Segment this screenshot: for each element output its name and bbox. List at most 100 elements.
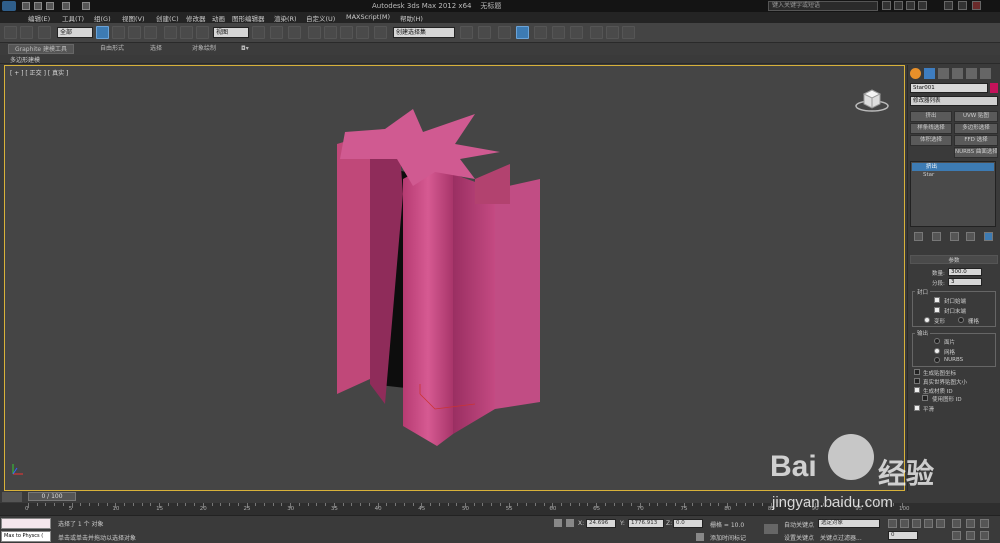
orbit-icon[interactable] bbox=[980, 531, 989, 540]
cap-end-checkbox[interactable] bbox=[934, 307, 940, 313]
display-tab-icon[interactable] bbox=[966, 68, 977, 79]
hierarchy-tab-icon[interactable] bbox=[938, 68, 949, 79]
menu-edit[interactable]: 编辑(E) bbox=[28, 13, 50, 23]
percent-snap-icon[interactable] bbox=[340, 26, 353, 39]
snaps-toggle-icon[interactable] bbox=[308, 26, 321, 39]
unlink-icon[interactable] bbox=[20, 26, 33, 39]
stack-item-extrude[interactable]: 挤出 bbox=[912, 163, 994, 171]
smooth-checkbox[interactable] bbox=[914, 405, 920, 411]
curve-editor-icon[interactable] bbox=[534, 26, 547, 39]
gen-mat-id-checkbox[interactable] bbox=[914, 387, 920, 393]
morph-radio[interactable] bbox=[924, 317, 930, 323]
redo-icon[interactable] bbox=[82, 2, 90, 10]
time-tag-icon[interactable] bbox=[696, 533, 704, 541]
utilities-tab-icon[interactable] bbox=[980, 68, 991, 79]
star-extrude-object[interactable] bbox=[325, 104, 545, 449]
lock-selection-icon[interactable] bbox=[554, 519, 562, 527]
bind-spacewarp-icon[interactable] bbox=[38, 26, 51, 39]
render-teapot-icon[interactable] bbox=[622, 26, 635, 39]
rendered-frame-icon[interactable] bbox=[606, 26, 619, 39]
mini-curve-editor-icon[interactable] bbox=[2, 492, 22, 502]
menu-graph-editors[interactable]: 图形编辑器 bbox=[232, 13, 265, 23]
use-shape-id-checkbox[interactable] bbox=[922, 395, 928, 401]
show-end-result-icon[interactable] bbox=[932, 232, 941, 241]
spinner-snap-icon[interactable] bbox=[356, 26, 369, 39]
maxscript-listener-mini[interactable] bbox=[1, 518, 51, 529]
field-of-view-icon[interactable] bbox=[952, 531, 961, 540]
menu-help[interactable]: 帮助(H) bbox=[400, 13, 423, 23]
motion-tab-icon[interactable] bbox=[952, 68, 963, 79]
modifier-list-dropdown[interactable]: 修改器列表 bbox=[910, 96, 998, 106]
app-logo-icon[interactable] bbox=[2, 1, 16, 11]
minimize-icon[interactable] bbox=[944, 1, 953, 10]
menu-rendering[interactable]: 渲染(R) bbox=[274, 13, 297, 23]
tab-graphite[interactable]: Graphite 建模工具 bbox=[8, 44, 75, 54]
time-slider[interactable]: 0 / 100 bbox=[28, 492, 76, 501]
y-coord-field[interactable]: 1776.913 bbox=[628, 519, 664, 528]
absolute-mode-icon[interactable] bbox=[566, 519, 574, 527]
mirror-icon[interactable] bbox=[460, 26, 473, 39]
x-coord-field[interactable]: 24.696 bbox=[586, 519, 616, 528]
named-selection-dropdown[interactable]: 创建选择集 bbox=[393, 27, 455, 38]
segments-field[interactable]: 3 bbox=[948, 278, 982, 286]
remove-modifier-icon[interactable] bbox=[966, 232, 975, 241]
tab-freeform[interactable]: 自由形式 bbox=[100, 44, 124, 54]
scale-icon[interactable] bbox=[196, 26, 209, 39]
set-key-button[interactable]: 设置关键点 bbox=[784, 533, 814, 542]
nurbs-radio[interactable] bbox=[934, 357, 940, 363]
menu-animation[interactable]: 动画 bbox=[212, 13, 225, 23]
search-input[interactable]: 键入关键字或短语 bbox=[768, 1, 878, 11]
help-icon[interactable] bbox=[918, 1, 927, 10]
cap-start-checkbox[interactable] bbox=[934, 297, 940, 303]
undo-icon[interactable] bbox=[62, 2, 70, 10]
new-file-icon[interactable] bbox=[22, 2, 30, 10]
ffd-select-button[interactable]: FFD 选择 bbox=[954, 135, 998, 146]
search-icon[interactable] bbox=[882, 1, 891, 10]
tab-object-paint[interactable]: 对象绘制 bbox=[192, 44, 216, 54]
set-key-icon[interactable] bbox=[764, 524, 778, 534]
infocenter-icon[interactable] bbox=[894, 1, 903, 10]
volume-select-button[interactable]: 体积选择 bbox=[910, 135, 952, 146]
render-setup-icon[interactable] bbox=[590, 26, 603, 39]
close-icon[interactable] bbox=[972, 1, 981, 10]
uvw-map-button[interactable]: UVW 贴图 bbox=[954, 111, 998, 122]
align-icon[interactable] bbox=[478, 26, 491, 39]
extrude-modifier-button[interactable]: 挤出 bbox=[910, 111, 952, 122]
amount-field[interactable]: 300.0 bbox=[948, 268, 982, 276]
menu-views[interactable]: 视图(V) bbox=[122, 13, 145, 23]
tab-selection[interactable]: 选择 bbox=[150, 44, 162, 54]
mesh-radio[interactable] bbox=[934, 348, 940, 354]
reference-coord-dropdown[interactable]: 视图 bbox=[213, 27, 249, 38]
make-unique-icon[interactable] bbox=[950, 232, 959, 241]
angle-snap-icon[interactable] bbox=[324, 26, 337, 39]
modify-tab-icon[interactable] bbox=[924, 68, 935, 79]
spline-select-button[interactable]: 样条线选择 bbox=[910, 123, 952, 134]
menu-group[interactable]: 组(G) bbox=[94, 13, 111, 23]
keyboard-shortcut-icon[interactable] bbox=[288, 26, 301, 39]
parameters-rollout-header[interactable]: 参数 bbox=[910, 255, 998, 264]
window-crossing-icon[interactable] bbox=[144, 26, 157, 39]
select-manipulate-icon[interactable] bbox=[270, 26, 283, 39]
poly-select-button[interactable]: 多边形选择 bbox=[954, 123, 998, 134]
maximize-icon[interactable] bbox=[958, 1, 967, 10]
graphite-toggle-icon[interactable] bbox=[516, 26, 529, 39]
grid-radio[interactable] bbox=[958, 317, 964, 323]
key-filters-button[interactable]: 关键点过滤器... bbox=[820, 533, 862, 542]
maxscript-output[interactable]: Max to Physcs ( bbox=[1, 531, 51, 542]
create-tab-icon[interactable] bbox=[910, 68, 921, 79]
rect-region-icon[interactable] bbox=[128, 26, 141, 39]
rotate-icon[interactable] bbox=[180, 26, 193, 39]
move-icon[interactable] bbox=[164, 26, 177, 39]
layer-manager-icon[interactable] bbox=[498, 26, 511, 39]
pan-view-icon[interactable] bbox=[966, 531, 975, 540]
object-color-swatch[interactable] bbox=[990, 83, 998, 93]
perspective-viewport[interactable]: [ + ] [ 正交 ] [ 真实 ] bbox=[4, 65, 905, 491]
menu-create[interactable]: 创建(C) bbox=[156, 13, 179, 23]
patch-radio[interactable] bbox=[934, 338, 940, 344]
object-name-field[interactable]: Star001 bbox=[910, 83, 988, 93]
material-editor-icon[interactable] bbox=[570, 26, 583, 39]
pivot-center-icon[interactable] bbox=[252, 26, 265, 39]
gen-map-coords-checkbox[interactable] bbox=[914, 369, 920, 375]
select-by-name-icon[interactable] bbox=[112, 26, 125, 39]
z-coord-field[interactable]: 0.0 bbox=[673, 519, 703, 528]
